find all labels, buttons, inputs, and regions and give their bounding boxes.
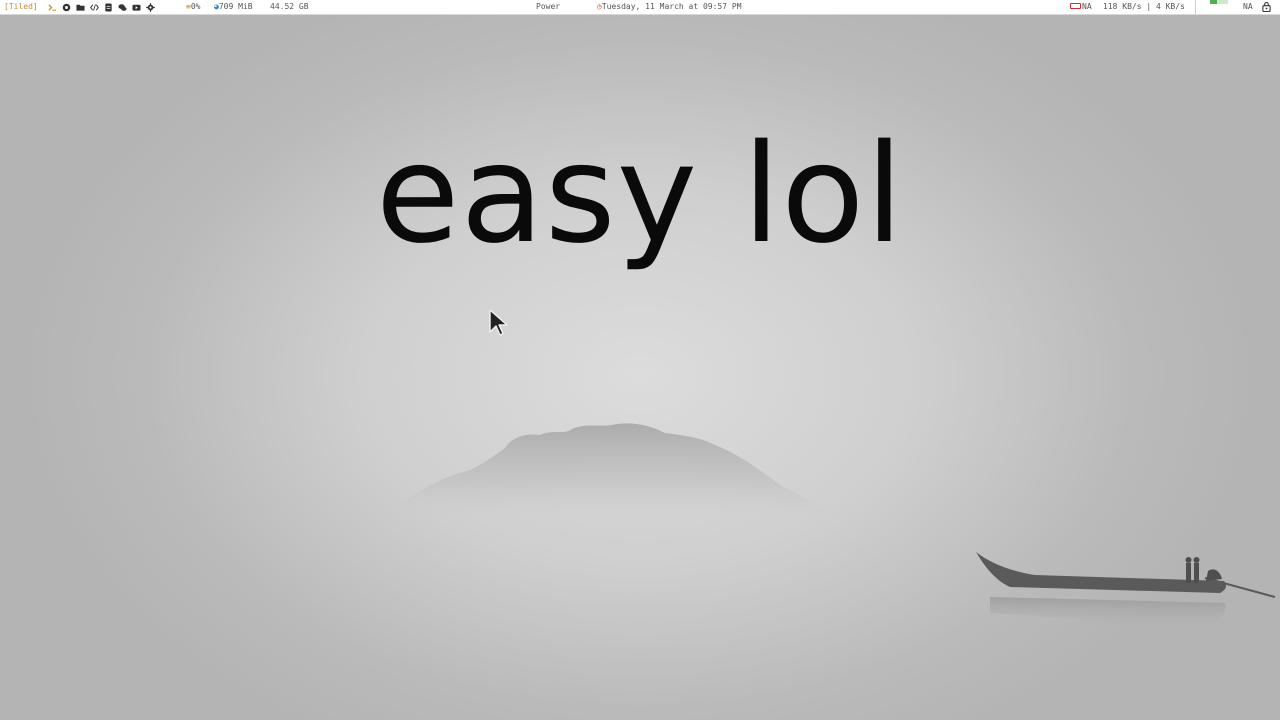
- power-menu[interactable]: Power: [536, 0, 560, 14]
- top-status-bar: [Tiled] ≡0% ◕709 MiB 44.52 GB Power ◷Tue…: [0, 0, 1280, 15]
- island-silhouette: [380, 423, 840, 520]
- disk-usage: 44.52 GB: [270, 2, 309, 11]
- layout-indicator[interactable]: [Tiled]: [4, 0, 38, 14]
- battery-icon: [1070, 2, 1081, 9]
- volume-indicator[interactable]: [1210, 0, 1228, 14]
- terminal-icon[interactable]: [48, 3, 57, 12]
- mouse-cursor-icon: [489, 309, 508, 336]
- battery-value: NA: [1082, 2, 1092, 11]
- clock-text: Tuesday, 11 March at 09:57 PM: [601, 2, 742, 11]
- volume-fill: [1210, 0, 1218, 4]
- code-icon[interactable]: [90, 3, 99, 12]
- document-icon[interactable]: [104, 2, 113, 12]
- boat-silhouette: [976, 552, 1276, 598]
- network-speed: 118 KB/s | 4 KB/s: [1103, 2, 1185, 11]
- cpu-usage: ≡0%: [186, 0, 200, 14]
- status-na: NA: [1243, 2, 1253, 11]
- battery-status: NA: [1070, 0, 1092, 14]
- browser-icon[interactable]: [62, 3, 71, 12]
- cpu-value: 0%: [190, 2, 201, 11]
- boat-reflection: [990, 597, 1226, 633]
- chat-icon[interactable]: [118, 3, 127, 12]
- volume-track: [1217, 0, 1228, 4]
- desktop-headline: easy lol: [375, 116, 905, 274]
- clock[interactable]: ◷Tuesday, 11 March at 09:57 PM: [597, 0, 742, 14]
- folder-icon[interactable]: [76, 3, 85, 12]
- desktop-wallpaper: easy lol: [0, 15, 1280, 720]
- memory-usage: ◕709 MiB: [214, 0, 253, 14]
- workspace-switcher: [48, 0, 155, 14]
- video-icon[interactable]: [132, 3, 141, 12]
- settings-icon[interactable]: [146, 2, 155, 12]
- divider: [1195, 0, 1196, 14]
- lock-icon[interactable]: [1262, 0, 1271, 14]
- memory-value: 709 MiB: [218, 2, 253, 11]
